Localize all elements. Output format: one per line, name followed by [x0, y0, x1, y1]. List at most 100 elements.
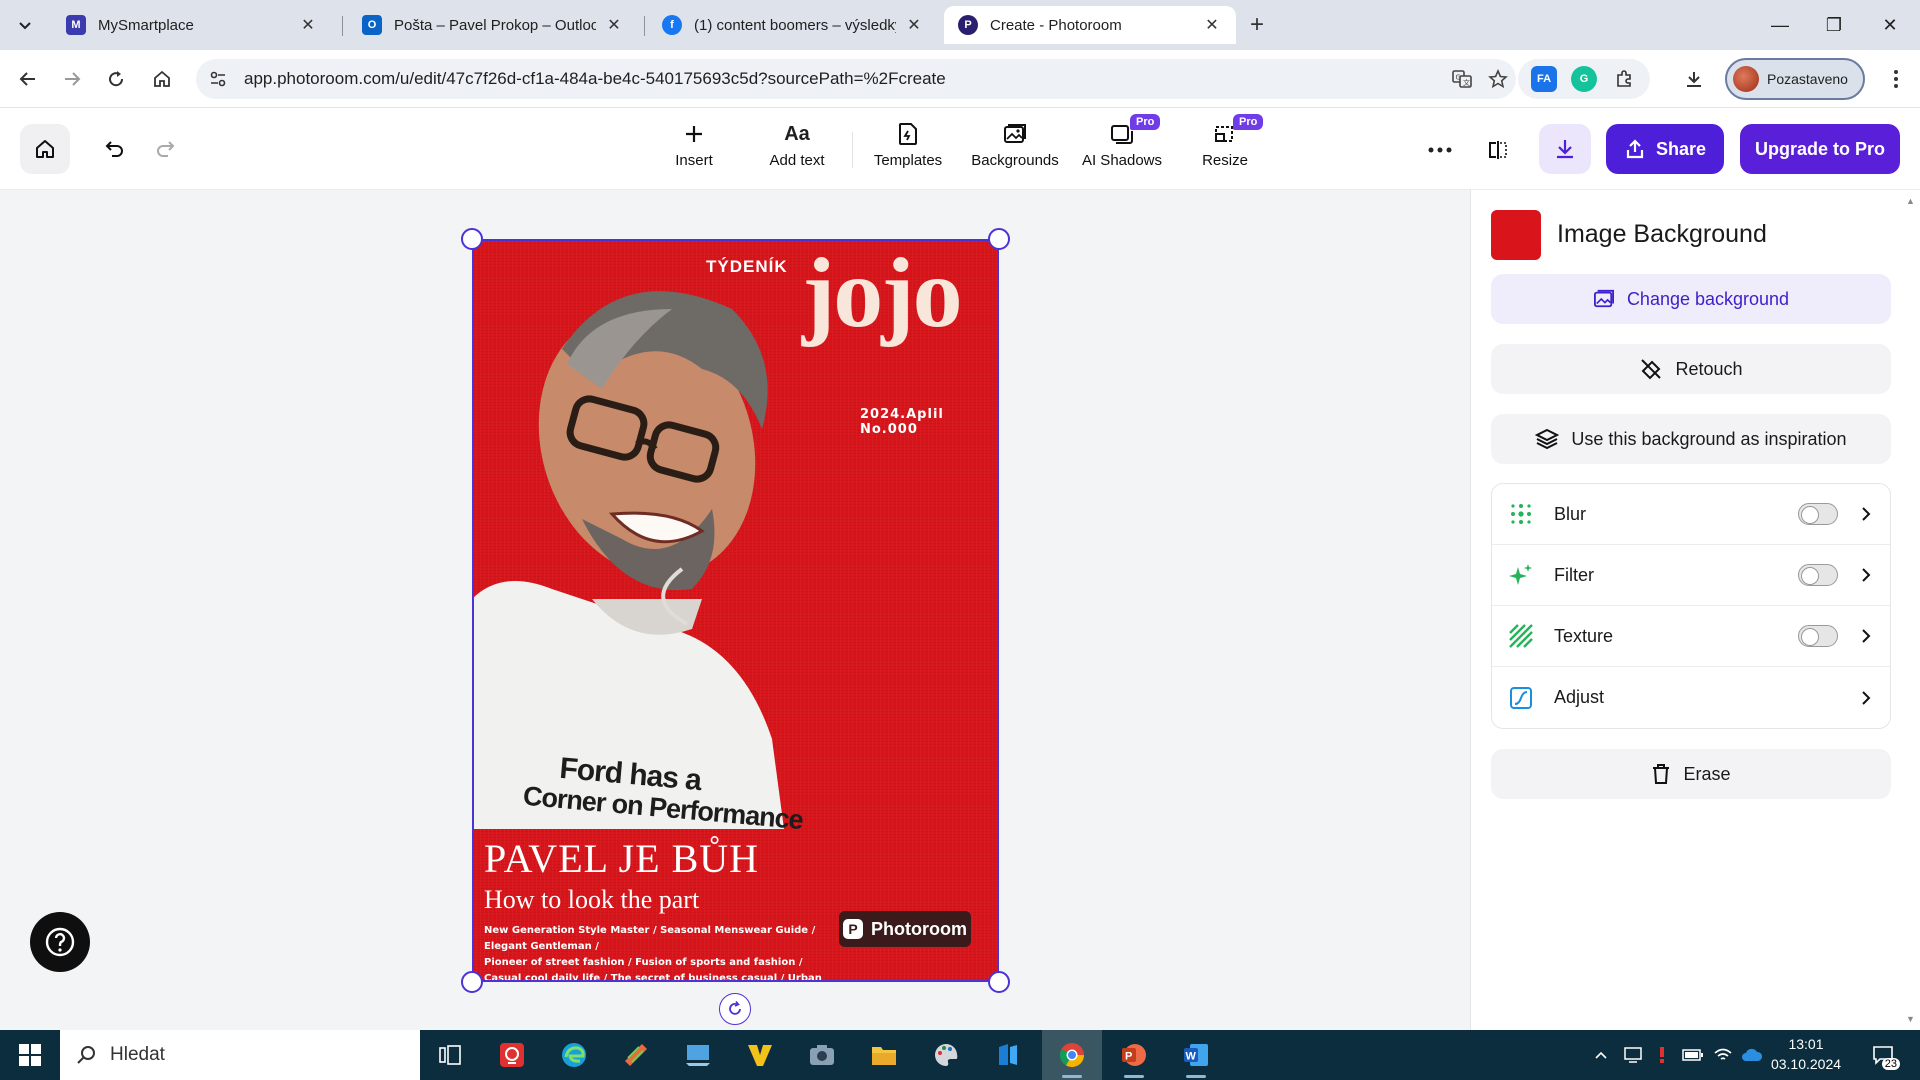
background-color-swatch[interactable]	[1491, 210, 1541, 260]
browser-menu-button[interactable]	[1880, 63, 1912, 95]
taskbar-word[interactable]: W	[1166, 1030, 1226, 1080]
resize-handle-top-right[interactable]	[988, 228, 1010, 250]
browser-tab-facebook[interactable]: f (1) content boomers – výsledky ✕	[648, 6, 938, 44]
add-text-tool[interactable]: Aa Add text	[747, 118, 847, 182]
help-button[interactable]	[30, 912, 90, 972]
chevron-right-icon[interactable]	[1856, 628, 1876, 644]
resize-handle-bottom-left[interactable]	[461, 971, 483, 993]
taskbar-app-pc[interactable]	[668, 1030, 728, 1080]
compare-button[interactable]	[1480, 132, 1516, 168]
templates-tool[interactable]: Templates	[858, 118, 958, 182]
close-window-button[interactable]: ✕	[1862, 0, 1918, 50]
change-background-button[interactable]: Change background	[1491, 274, 1891, 324]
new-tab-button[interactable]: +	[1242, 10, 1272, 40]
insert-tool[interactable]: Insert	[644, 118, 744, 182]
erase-button[interactable]: Erase	[1491, 749, 1891, 799]
texture-toggle[interactable]	[1798, 625, 1838, 647]
eraser-icon	[1641, 359, 1662, 380]
downloads-button[interactable]	[1678, 63, 1710, 95]
grammarly-extension-icon[interactable]: G	[1571, 66, 1597, 92]
tray-alert-icon[interactable]	[1648, 1030, 1676, 1080]
taskbar-app-blue[interactable]	[978, 1030, 1038, 1080]
photoroom-favicon-icon: P	[958, 15, 978, 35]
back-button[interactable]	[12, 63, 44, 95]
url-text[interactable]: app.photoroom.com/u/edit/47c7f26d-cf1a-4…	[244, 69, 1444, 89]
browser-tab-outlook[interactable]: O Pošta – Pavel Prokop – Outlook ✕	[348, 6, 638, 44]
battery-icon[interactable]	[1678, 1030, 1708, 1080]
option-row-filter[interactable]: Filter	[1492, 545, 1890, 606]
download-button[interactable]	[1539, 124, 1591, 174]
close-tab-icon[interactable]: ✕	[604, 15, 624, 35]
browser-tab-photoroom[interactable]: P Create - Photoroom ✕	[944, 6, 1236, 44]
share-button[interactable]: Share	[1606, 124, 1724, 174]
option-row-texture[interactable]: Texture	[1492, 606, 1890, 667]
taskbar-powerpoint[interactable]: P	[1104, 1030, 1164, 1080]
scroll-up-arrow[interactable]: ▲	[1906, 196, 1915, 206]
forward-button[interactable]	[56, 63, 88, 95]
option-row-adjust[interactable]: Adjust	[1492, 667, 1890, 728]
task-view-button[interactable]	[420, 1030, 480, 1080]
taskbar-search[interactable]: Hledat	[60, 1030, 420, 1080]
chevron-right-icon[interactable]	[1856, 506, 1876, 522]
onedrive-icon[interactable]	[1738, 1030, 1766, 1080]
editor-canvas[interactable]: TÝDENÍK jojo 2024.Aplil No.000 Ford has …	[0, 190, 1470, 1030]
templates-label: Templates	[873, 152, 943, 169]
tray-chevron-icon[interactable]	[1586, 1030, 1616, 1080]
taskbar-chrome[interactable]	[1042, 1030, 1102, 1080]
taskbar-file-explorer[interactable]	[854, 1030, 914, 1080]
retouch-button[interactable]: Retouch	[1491, 344, 1891, 394]
more-options-button[interactable]	[1420, 132, 1460, 168]
word-icon: W	[1184, 1044, 1208, 1066]
taskbar-edge[interactable]	[544, 1030, 604, 1080]
rotate-handle[interactable]	[719, 993, 751, 1025]
chevron-right-icon[interactable]	[1856, 567, 1876, 583]
taskbar-paint[interactable]	[916, 1030, 976, 1080]
resize-handle-top-left[interactable]	[461, 228, 483, 250]
close-tab-icon[interactable]: ✕	[298, 15, 318, 35]
start-button[interactable]	[0, 1030, 60, 1080]
filter-toggle[interactable]	[1798, 564, 1838, 586]
system-clock[interactable]: 13:01 03.10.2024	[1766, 1034, 1846, 1074]
close-tab-icon[interactable]: ✕	[1202, 15, 1222, 35]
add-text-label: Add text	[769, 152, 825, 169]
notification-center-button[interactable]: 23	[1866, 1040, 1900, 1070]
address-bar[interactable]: app.photoroom.com/u/edit/47c7f26d-cf1a-4…	[196, 59, 1516, 99]
compare-icon	[1489, 141, 1507, 159]
blur-icon	[1508, 501, 1534, 527]
blur-toggle[interactable]	[1798, 503, 1838, 525]
bookmark-button[interactable]	[1480, 63, 1516, 95]
undo-button[interactable]	[96, 130, 134, 168]
upgrade-to-pro-button[interactable]: Upgrade to Pro	[1740, 124, 1900, 174]
translate-button[interactable]: G文	[1444, 63, 1480, 95]
taskbar-app-red[interactable]	[482, 1030, 542, 1080]
site-info-button[interactable]	[202, 63, 234, 95]
close-tab-icon[interactable]: ✕	[904, 15, 924, 35]
taskbar-app-v[interactable]	[730, 1030, 790, 1080]
minimize-window-button[interactable]: —	[1752, 0, 1808, 50]
redo-button[interactable]	[146, 130, 184, 168]
texture-label: Texture	[1554, 625, 1614, 646]
editor-home-button[interactable]	[20, 124, 70, 174]
reload-button[interactable]	[100, 63, 132, 95]
taskbar-camera[interactable]	[792, 1030, 852, 1080]
option-row-blur[interactable]: Blur	[1492, 484, 1890, 545]
wifi-icon[interactable]	[1708, 1030, 1738, 1080]
tab-search-button[interactable]	[10, 10, 40, 40]
taskbar-app-pattern[interactable]	[606, 1030, 666, 1080]
backgrounds-tool[interactable]: Backgrounds	[965, 118, 1065, 182]
ai-shadows-tool[interactable]: Pro AI Shadows	[1072, 114, 1172, 182]
profile-button[interactable]: Pozastaveno	[1725, 58, 1865, 100]
browser-tab-mysmartplace[interactable]: M MySmartplace ✕	[52, 6, 332, 44]
resize-handle-bottom-right[interactable]	[988, 971, 1010, 993]
rotate-icon	[729, 1000, 741, 1015]
home-button[interactable]	[146, 63, 178, 95]
maximize-window-button[interactable]: ❐	[1806, 0, 1862, 50]
fa-extension-icon[interactable]: FA	[1531, 66, 1557, 92]
extensions-puzzle-button[interactable]	[1611, 66, 1637, 92]
scroll-down-arrow[interactable]: ▼	[1906, 1014, 1915, 1024]
resize-tool[interactable]: Pro Resize	[1175, 114, 1275, 182]
tray-monitor-icon[interactable]	[1618, 1030, 1648, 1080]
chevron-right-icon[interactable]	[1856, 690, 1876, 706]
svg-text:W: W	[1186, 1051, 1197, 1063]
use-background-inspiration-button[interactable]: Use this background as inspiration	[1491, 414, 1891, 464]
